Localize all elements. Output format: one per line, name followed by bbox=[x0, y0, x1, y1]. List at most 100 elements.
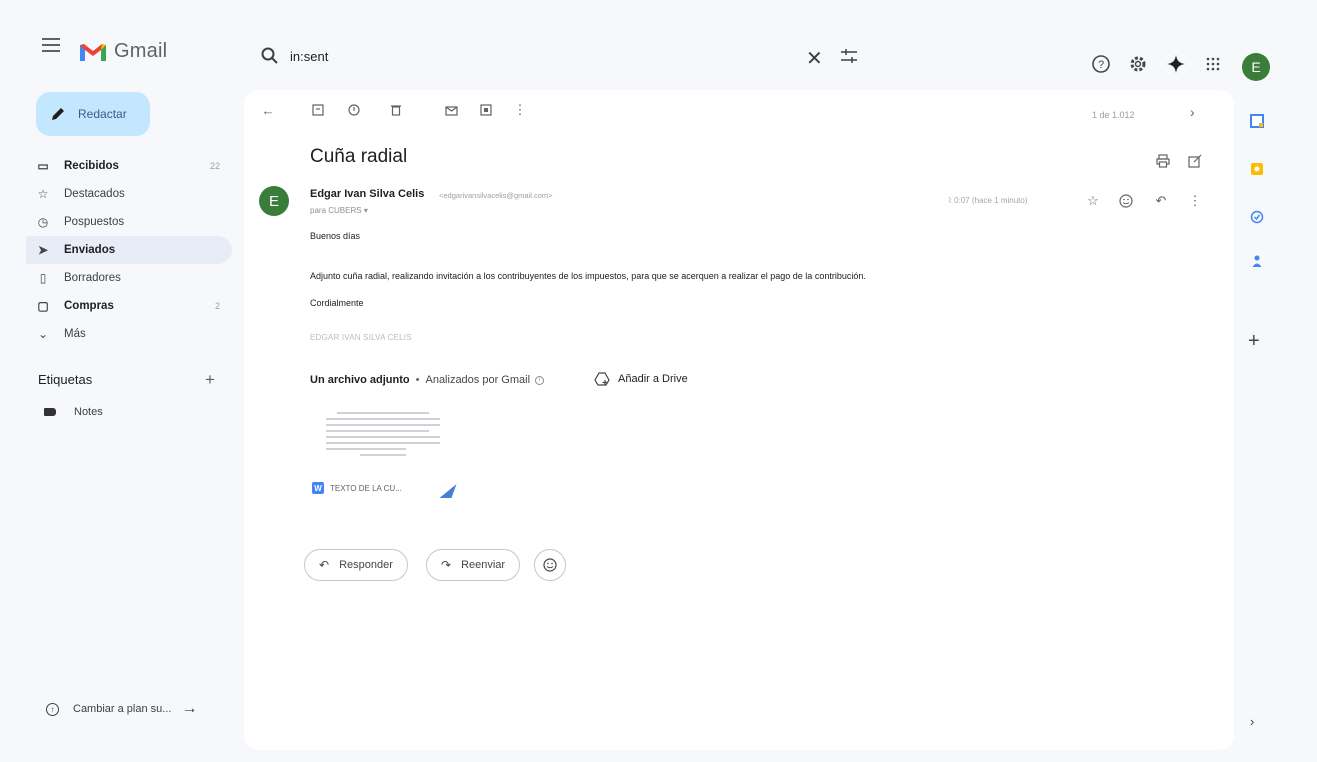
search-options-icon[interactable] bbox=[840, 48, 858, 64]
body-greeting: Buenos días bbox=[310, 231, 361, 241]
next-message-icon[interactable]: › bbox=[1190, 104, 1195, 120]
archive-icon[interactable] bbox=[306, 98, 330, 122]
sidebar-item-pospuestos[interactable]: ◷ Pospuestos bbox=[26, 208, 232, 236]
tasks-icon[interactable] bbox=[1242, 206, 1272, 228]
word-doc-icon: W bbox=[312, 482, 324, 494]
upgrade-label: Cambiar a plan su... bbox=[73, 703, 172, 715]
attachment-card[interactable]: W TEXTO DE LA CU... bbox=[310, 408, 457, 504]
sidebar-item-label: Borradores bbox=[64, 272, 121, 284]
sidebar-item-label: Más bbox=[64, 328, 86, 340]
attachment-clip-icon: ⌇ bbox=[948, 196, 952, 205]
add-label-icon[interactable]: + bbox=[205, 370, 215, 390]
body-text: Adjunto cuña radial, realizando invitaci… bbox=[310, 271, 866, 281]
pencil-icon bbox=[52, 108, 64, 120]
labels-heading: Etiquetas bbox=[38, 372, 93, 387]
forward-arrow-icon: ↷ bbox=[441, 558, 452, 572]
search-input[interactable] bbox=[290, 48, 770, 64]
clear-search-icon[interactable]: ✕ bbox=[806, 46, 823, 71]
draft-icon: ▯ bbox=[39, 271, 47, 285]
report-spam-icon[interactable] bbox=[342, 98, 366, 122]
upgrade-plan-link[interactable]: ↑ Cambiar a plan su... → bbox=[46, 700, 197, 718]
delete-icon[interactable] bbox=[384, 98, 408, 122]
contacts-icon[interactable] bbox=[1242, 250, 1272, 272]
forward-button[interactable]: ↷ Reenviar bbox=[426, 549, 521, 581]
separator: • bbox=[415, 374, 420, 386]
sidebar-item-recibidos[interactable]: ▭ Recibidos 22 bbox=[26, 152, 232, 180]
sent-time-text: 0:07 (hace 1 minuto) bbox=[954, 196, 1028, 205]
star-icon[interactable]: ☆ bbox=[1082, 190, 1104, 212]
recipient-line[interactable]: para CUBERS ▾ bbox=[310, 206, 368, 215]
print-icon[interactable] bbox=[1156, 154, 1170, 168]
add-to-drive-button[interactable]: Añadir a Drive bbox=[594, 372, 688, 386]
arrow-right-icon: → bbox=[181, 700, 198, 717]
snooze-icon[interactable] bbox=[474, 98, 498, 122]
attachments-header: Un archivo adjunto • Analizados por Gmai… bbox=[310, 374, 545, 386]
search-bar[interactable]: ✕ bbox=[250, 36, 870, 76]
search-icon[interactable] bbox=[260, 46, 280, 66]
unread-count: 22 bbox=[209, 161, 220, 171]
sidebar-item-compras[interactable]: ▢ Compras 2 bbox=[26, 292, 232, 320]
message-pane: ← ⋮ 1 de 1.012 › Cuña radial E Edgar Iva… bbox=[244, 90, 1234, 750]
help-icon[interactable]: ? bbox=[1087, 50, 1115, 78]
compose-button[interactable]: Redactar bbox=[36, 92, 150, 136]
star-icon: ☆ bbox=[37, 187, 49, 201]
attachment-filename-text: TEXTO DE LA CU... bbox=[330, 483, 402, 493]
emoji-react-button[interactable] bbox=[534, 549, 566, 581]
settings-gear-icon[interactable] bbox=[1124, 50, 1152, 78]
info-icon[interactable]: i bbox=[535, 375, 545, 385]
gmail-logo[interactable]: Gmail bbox=[78, 40, 167, 63]
reply-label: Responder bbox=[339, 559, 393, 571]
sidebar-item-destacados[interactable]: ☆ Destacados bbox=[26, 180, 232, 208]
reply-button[interactable]: ↶ Responder bbox=[304, 549, 408, 581]
sidebar-item-label: Pospuestos bbox=[64, 216, 125, 228]
add-to-drive-label: Añadir a Drive bbox=[618, 373, 688, 385]
label-tag-icon bbox=[44, 408, 56, 416]
message-more-icon[interactable]: ⋮ bbox=[1184, 190, 1206, 212]
apps-grid-icon[interactable] bbox=[1199, 50, 1227, 78]
reply-arrow-icon: ↶ bbox=[319, 558, 330, 572]
sidebar-item-mas[interactable]: ⌄ Más bbox=[26, 320, 232, 348]
svg-text:?: ? bbox=[1098, 59, 1104, 71]
scanned-by-gmail: Analizados por Gmail bbox=[425, 374, 531, 386]
clock-icon: ◷ bbox=[37, 215, 49, 229]
calendar-icon[interactable] bbox=[1242, 110, 1272, 132]
attachment-preview bbox=[326, 412, 440, 476]
get-addons-icon[interactable]: + bbox=[1248, 330, 1260, 353]
mark-unread-icon[interactable] bbox=[439, 98, 463, 122]
pagination-count: 1 de 1.012 bbox=[1092, 110, 1135, 120]
signature: EDGAR IVAN SILVA CELIS bbox=[310, 333, 412, 342]
emoji-reaction-icon[interactable] bbox=[1115, 190, 1137, 212]
drive-add-icon bbox=[594, 372, 610, 386]
unread-count: 2 bbox=[214, 301, 220, 311]
top-bar: Gmail ✕ ? E bbox=[0, 0, 1317, 81]
sender-name[interactable]: Edgar Ivan Silva Celis bbox=[310, 188, 424, 200]
sidebar-item-label: Compras bbox=[64, 300, 114, 312]
label-name: Notes bbox=[74, 406, 103, 418]
more-options-icon[interactable]: ⋮ bbox=[508, 98, 532, 122]
sender-email: <edgarivansilvacelis@gmail.com> bbox=[439, 191, 553, 200]
sidebar-item-borradores[interactable]: ▯ Borradores bbox=[26, 264, 232, 292]
open-new-window-icon[interactable] bbox=[1188, 154, 1202, 168]
attachment-corner-icon bbox=[439, 484, 457, 498]
sender-avatar[interactable]: E bbox=[259, 186, 289, 216]
account-avatar[interactable]: E bbox=[1242, 53, 1270, 81]
hide-side-panel-icon[interactable]: › bbox=[1250, 714, 1254, 729]
caret-down-icon: ▾ bbox=[363, 206, 368, 215]
send-icon: ➤ bbox=[37, 243, 49, 257]
keep-icon[interactable] bbox=[1242, 158, 1272, 180]
upgrade-icon: ↑ bbox=[46, 702, 59, 716]
compose-label: Redactar bbox=[78, 107, 127, 121]
sidebar-item-enviados[interactable]: ➤ Enviados bbox=[26, 236, 232, 264]
main-menu-icon[interactable] bbox=[42, 38, 60, 52]
sidebar-item-label: Enviados bbox=[64, 244, 116, 256]
recipient-text: para CUBERS bbox=[310, 206, 362, 215]
label-item-notes[interactable]: Notes bbox=[44, 406, 103, 418]
chevron-down-icon: ⌄ bbox=[37, 327, 49, 341]
gmail-m-icon bbox=[80, 43, 106, 61]
shopping-icon: ▢ bbox=[37, 299, 49, 313]
back-arrow-icon[interactable]: ← bbox=[256, 98, 280, 122]
emoji-icon bbox=[543, 558, 557, 572]
gemini-sparkle-icon[interactable] bbox=[1162, 50, 1190, 78]
reply-icon[interactable]: ↶ bbox=[1150, 190, 1172, 212]
sidebar-nav: ▭ Recibidos 22 ☆ Destacados ◷ Pospuestos… bbox=[26, 152, 232, 348]
